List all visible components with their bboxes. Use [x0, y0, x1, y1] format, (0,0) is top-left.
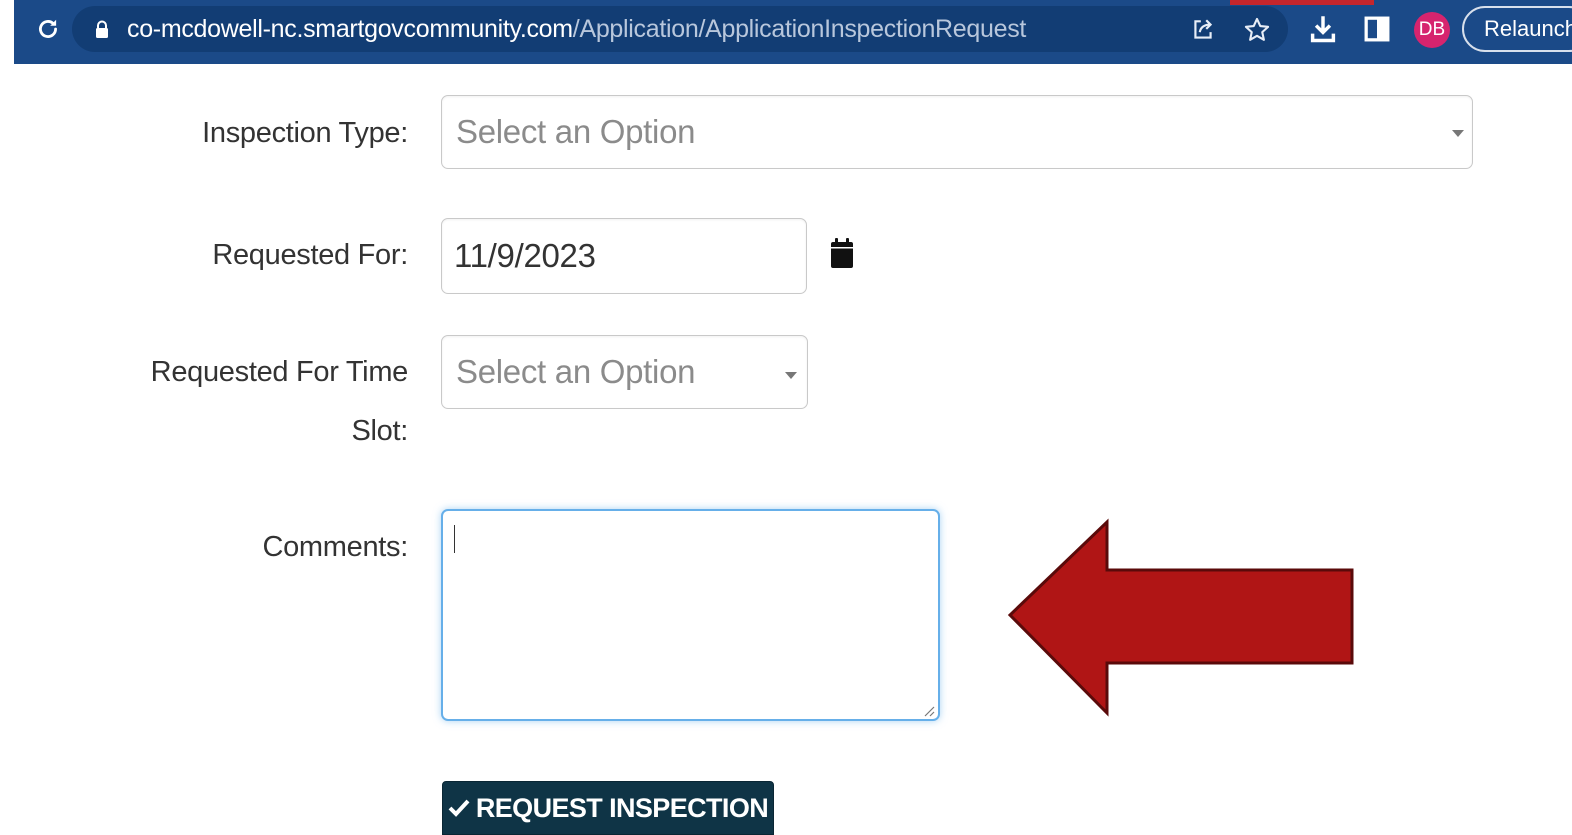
time-slot-label-line2: Slot:	[351, 415, 408, 447]
inspection-type-select[interactable]: Select an Option	[441, 95, 1473, 169]
url-text[interactable]: co-mcdowell-nc.smartgovcommunity.com/App…	[127, 6, 1026, 52]
url-path: /Application/ApplicationInspectionReques…	[572, 15, 1027, 43]
time-slot-select[interactable]: Select an Option	[441, 335, 808, 409]
lock-icon[interactable]	[94, 20, 110, 38]
chevron-down-icon[interactable]	[785, 372, 797, 379]
time-slot-label-line1: Requested For Time	[150, 356, 409, 388]
inspection-type-label: Inspection Type:	[202, 117, 408, 149]
time-slot-placeholder: Select an Option	[456, 353, 696, 390]
side-panel-icon[interactable]	[1360, 12, 1394, 46]
resize-grip-icon[interactable]	[923, 704, 935, 717]
url-domain: co-mcdowell-nc.smartgovcommunity.com	[127, 15, 573, 43]
red-arrow-annotation	[1007, 518, 1354, 717]
browser-toolbar: co-mcdowell-nc.smartgovcommunity.com/App…	[14, 0, 1572, 64]
check-icon	[448, 799, 470, 817]
page: co-mcdowell-nc.smartgovcommunity.com/App…	[0, 0, 1572, 835]
request-inspection-button[interactable]: REQUEST INSPECTION	[442, 781, 774, 835]
share-icon[interactable]	[1188, 15, 1218, 45]
calendar-icon[interactable]	[830, 237, 854, 269]
tab-indicator	[1230, 0, 1374, 5]
requested-for-value: 11/9/2023	[454, 237, 596, 274]
requested-for-label: Requested For:	[212, 239, 408, 271]
relaunch-button[interactable]: Relaunch	[1462, 6, 1572, 52]
reload-icon[interactable]	[32, 13, 64, 45]
address-bar[interactable]: co-mcdowell-nc.smartgovcommunity.com/App…	[72, 6, 1288, 52]
comments-label: Comments:	[262, 531, 408, 563]
request-inspection-label: REQUEST INSPECTION	[475, 792, 769, 823]
text-cursor	[454, 525, 455, 553]
star-icon[interactable]	[1242, 15, 1272, 45]
comments-textarea[interactable]	[441, 509, 940, 721]
download-icon[interactable]	[1306, 12, 1340, 46]
chevron-down-icon[interactable]	[1452, 130, 1464, 137]
profile-avatar[interactable]: DB	[1414, 12, 1450, 48]
requested-for-date-input[interactable]: 11/9/2023	[441, 218, 807, 294]
inspection-type-placeholder: Select an Option	[456, 113, 696, 150]
